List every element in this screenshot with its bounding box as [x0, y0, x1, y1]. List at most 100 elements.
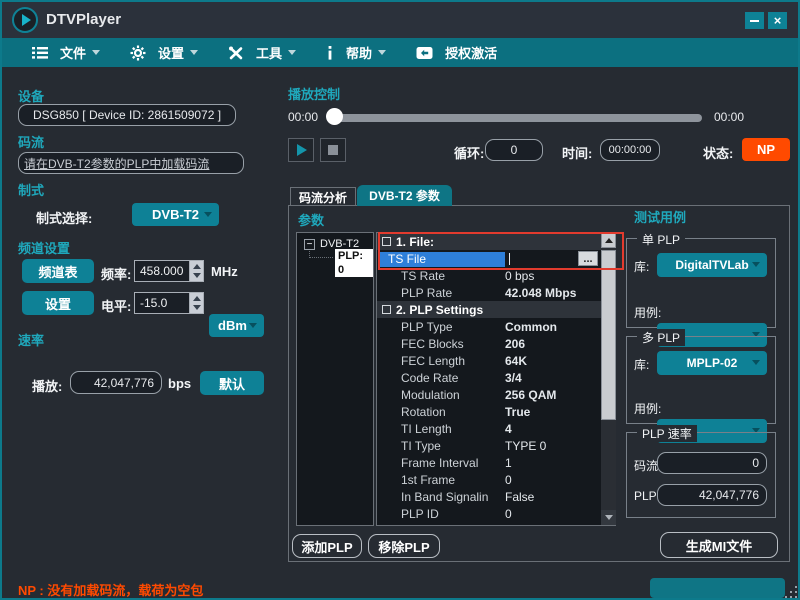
param-row-modulation[interactable]: Modulation256 QAM [377, 386, 601, 403]
device-id-field: DSG850 [ Device ID: 2861509072 ] [18, 104, 236, 126]
tree-node-plp0[interactable]: PLP: 0 [335, 249, 373, 277]
level-unit-dropdown[interactable]: dBm [209, 314, 264, 337]
params-table: 1. File:TS File...TS Rate0 bpsPLP Rate42… [376, 232, 616, 526]
generate-mi-button[interactable]: 生成MI文件 [660, 532, 778, 558]
chevron-down-icon [378, 50, 386, 55]
param-row-ts-file[interactable]: TS File... [377, 250, 601, 267]
param-row-ts-rate[interactable]: TS Rate0 bps [377, 267, 601, 284]
loop-field[interactable]: 0 [485, 139, 543, 161]
resize-grip[interactable] [785, 586, 799, 600]
param-row-plp-rate[interactable]: PLP Rate42.048 Mbps [377, 284, 601, 301]
param-row-plp-type[interactable]: PLP TypeCommon [377, 318, 601, 335]
level-spinner[interactable]: -15.0 [134, 292, 204, 314]
plp-rate-field[interactable]: 42,047,776 [657, 484, 767, 506]
standard-header: 制式 [18, 180, 44, 199]
param-name: PLP Type [377, 320, 505, 334]
param-group-label: 1. File: [396, 235, 434, 249]
scroll-up-icon[interactable] [601, 233, 616, 248]
tab-dvbt2-params[interactable]: DVB-T2 参数 [357, 185, 452, 206]
dtvplayer-window: DTVPlayer × 文件设置工具帮助授权激活 设备 DSG850 [ Dev… [0, 0, 800, 600]
stop-button[interactable] [320, 138, 346, 162]
checkbox-icon[interactable] [382, 305, 391, 314]
time-label: 时间: [562, 143, 592, 162]
table-scrollbar[interactable] [601, 233, 616, 525]
list-icon [32, 46, 54, 60]
time-field[interactable]: 00:00:00 [600, 139, 660, 161]
param-row-1-file-[interactable]: 1. File: [377, 233, 601, 250]
license-icon [416, 45, 439, 60]
seek-slider-thumb[interactable] [326, 108, 343, 125]
browse-button[interactable]: ... [578, 251, 598, 266]
param-value: TYPE 0 [505, 439, 546, 453]
param-value: 3/4 [505, 371, 522, 385]
param-row-2-plp-settings[interactable]: 2. PLP Settings [377, 301, 601, 318]
frequency-label: 频率: [101, 264, 131, 283]
param-row-in-band-signalin[interactable]: In Band SignalinFalse [377, 488, 601, 505]
menu-item-label: 授权激活 [445, 43, 497, 62]
info-icon [326, 45, 340, 61]
param-name: TS File [378, 252, 505, 267]
seek-slider-track[interactable] [328, 114, 702, 122]
standard-select-label: 制式选择: [36, 208, 92, 227]
frequency-spinner[interactable]: 458.000 [134, 260, 204, 282]
chevron-down-icon [92, 50, 100, 55]
minimize-icon [750, 20, 759, 22]
tab-stream-analysis[interactable]: 码流分析 [290, 187, 356, 206]
stream-header: 码流 [18, 132, 44, 151]
level-label: 电平: [101, 296, 131, 315]
multi-plp-group: 多 PLP 库: MPLP-02 用例: [626, 336, 776, 424]
stop-icon [328, 145, 338, 155]
menu-item-设置[interactable]: 设置 [130, 43, 198, 62]
params-header: 参数 [298, 210, 324, 229]
set-button[interactable]: 设置 [22, 291, 94, 315]
spinner-arrows-icon[interactable] [189, 261, 203, 281]
multi-plp-library-dropdown[interactable]: MPLP-02 [657, 351, 767, 375]
param-name: 1st Frame [377, 473, 505, 487]
minimize-button[interactable] [745, 12, 764, 29]
play-button[interactable] [288, 138, 314, 162]
menu-item-文件[interactable]: 文件 [32, 43, 100, 62]
loop-label: 循环: [454, 143, 484, 162]
param-row-ti-type[interactable]: TI TypeTYPE 0 [377, 437, 601, 454]
play-rate-field[interactable]: 42,047,776 [70, 371, 162, 394]
plp-rate-title: PLP 速率 [637, 425, 697, 442]
close-button[interactable]: × [768, 12, 787, 29]
window-title: DTVPlayer [46, 11, 121, 28]
param-row-fec-blocks[interactable]: FEC Blocks206 [377, 335, 601, 352]
menu-item-label: 设置 [158, 43, 184, 62]
single-plp-library-dropdown[interactable]: DigitalTVLab [657, 253, 767, 277]
stream-rate-field[interactable]: 0 [657, 452, 767, 474]
wrench-icon [228, 45, 250, 61]
status-label: 状态: [703, 143, 733, 162]
standard-dropdown[interactable]: DVB-T2 [132, 203, 219, 226]
text-cursor [509, 253, 510, 265]
playback-header: 播放控制 [288, 84, 340, 103]
scrollbar-thumb[interactable] [601, 250, 616, 420]
spinner-arrows-icon[interactable] [189, 293, 203, 313]
menu-item-帮助[interactable]: 帮助 [326, 43, 386, 62]
menu-item-工具[interactable]: 工具 [228, 43, 296, 62]
param-name: Frame Interval [377, 456, 505, 470]
app-logo-icon [12, 7, 38, 33]
param-row-frame-interval[interactable]: Frame Interval1 [377, 454, 601, 471]
param-row-plp-id[interactable]: PLP ID0 [377, 505, 601, 522]
tree-collapse-icon[interactable]: − [304, 239, 315, 250]
remove-plp-button[interactable]: 移除PLP [368, 534, 440, 558]
scroll-down-icon[interactable] [601, 510, 616, 525]
param-row-ti-length[interactable]: TI Length4 [377, 420, 601, 437]
param-row-1st-frame[interactable]: 1st Frame0 [377, 471, 601, 488]
menu-item-授权激活[interactable]: 授权激活 [416, 43, 497, 62]
param-value: False [505, 490, 534, 504]
close-icon: × [774, 13, 782, 28]
menu-item-label: 文件 [60, 43, 86, 62]
param-name: In Band Signalin [377, 490, 505, 504]
param-name: FEC Blocks [377, 337, 505, 351]
param-row-rotation[interactable]: RotationTrue [377, 403, 601, 420]
checkbox-icon[interactable] [382, 237, 391, 246]
play-icon [297, 144, 307, 156]
channel-table-button[interactable]: 频道表 [22, 259, 94, 283]
param-row-code-rate[interactable]: Code Rate3/4 [377, 369, 601, 386]
add-plp-button[interactable]: 添加PLP [292, 534, 362, 558]
param-row-fec-length[interactable]: FEC Length64K [377, 352, 601, 369]
default-button[interactable]: 默认 [200, 371, 264, 395]
